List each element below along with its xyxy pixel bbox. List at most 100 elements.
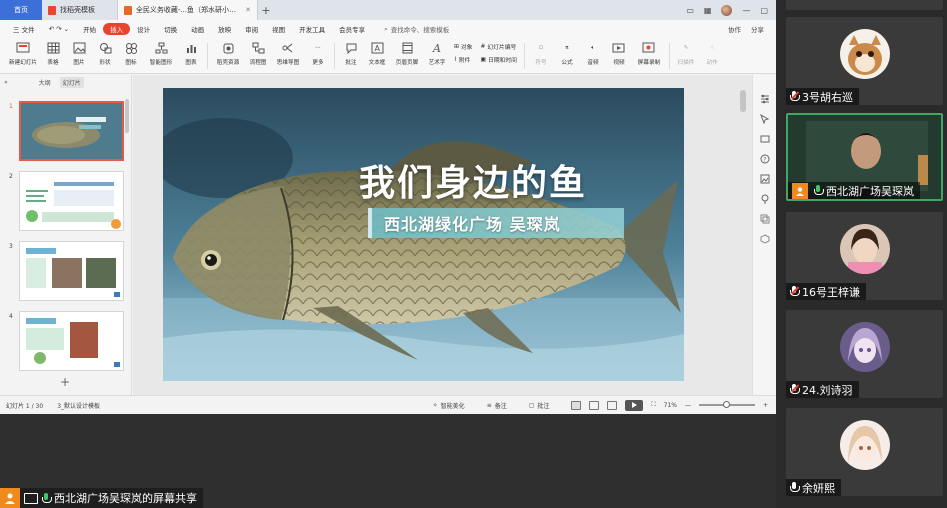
- menu-slideshow[interactable]: 放映: [211, 24, 238, 34]
- fit-icon[interactable]: ⛶: [651, 401, 655, 409]
- participant-tile-active[interactable]: 西北湖广场吴琛岚: [786, 113, 943, 201]
- current-slide[interactable]: 我们身边的鱼 西北湖绿化广场 吴琛岚: [163, 88, 684, 381]
- minimize-icon[interactable]: —: [742, 6, 750, 15]
- participant-tile[interactable]: 余妍熙: [786, 408, 943, 496]
- new-tab-icon[interactable]: +: [258, 0, 274, 20]
- attachment-button[interactable]: ⌇ 附件: [454, 55, 472, 65]
- tab-home[interactable]: 首页: [0, 0, 42, 20]
- reading-view-icon[interactable]: [607, 400, 618, 410]
- chart-button[interactable]: 图表: [178, 41, 204, 66]
- zoom-out-icon[interactable]: —: [685, 402, 691, 409]
- participant-tile[interactable]: 3号胡右巡: [786, 17, 943, 105]
- sorter-view-icon[interactable]: [589, 400, 600, 410]
- collab-button[interactable]: 协作: [728, 24, 741, 34]
- tab-slides[interactable]: 幻灯片: [59, 76, 84, 88]
- cube-icon[interactable]: [759, 233, 770, 244]
- cursor-icon[interactable]: [759, 113, 770, 124]
- menu-vip[interactable]: 会员专享: [332, 24, 372, 34]
- svg-text:A: A: [432, 42, 441, 54]
- layers-icon[interactable]: [759, 213, 770, 224]
- number-date-group: # 幻灯片编号 ▣ 日期和时间: [476, 42, 520, 65]
- comments-button[interactable]: ▢ 批注: [529, 401, 550, 410]
- slide-thumbnail[interactable]: [19, 241, 124, 301]
- tab-templates[interactable]: 找稻壳模板: [42, 0, 118, 20]
- zoom-slider[interactable]: [698, 401, 755, 408]
- location-icon[interactable]: [759, 193, 770, 204]
- slide-number-label: 幻灯片编号: [487, 45, 517, 51]
- menu-transition[interactable]: 切换: [157, 24, 184, 34]
- slide-number-button[interactable]: # 幻灯片编号: [480, 42, 517, 52]
- zoom-knob[interactable]: [722, 401, 730, 408]
- stock-material-button[interactable]: 稻壳资源: [211, 41, 245, 66]
- slide-thumbnail[interactable]: [19, 101, 124, 161]
- date-time-button[interactable]: ▣ 日期和时间: [480, 55, 516, 65]
- collapse-pane-icon[interactable]: «: [4, 79, 8, 86]
- tab-outline[interactable]: 大纲: [36, 77, 54, 88]
- signature-button[interactable]: ✎ 扫描件: [673, 41, 699, 66]
- share-button[interactable]: 分享: [751, 24, 764, 34]
- mindmap-button[interactable]: 思维导图: [271, 41, 305, 66]
- comment-button[interactable]: 批注: [338, 41, 364, 66]
- menu-animation[interactable]: 动画: [184, 24, 211, 34]
- picture-button[interactable]: 图片: [66, 41, 92, 66]
- shape-button[interactable]: 形状: [92, 41, 118, 66]
- layout-icon[interactable]: ▭: [686, 6, 694, 15]
- slide-subtitle-banner[interactable]: 西北湖绿化广场 吴琛岚: [368, 208, 624, 238]
- sparkle-icon: ✧: [432, 401, 438, 409]
- menu-undo-redo[interactable]: ↶ ↷ ⌄: [42, 25, 76, 33]
- more-button[interactable]: ⋯ 更多: [305, 41, 331, 66]
- menu-start[interactable]: 开始: [76, 24, 103, 34]
- tab-document[interactable]: 全民义务收藏-...鱼（郑水研小学） ✕: [118, 0, 258, 20]
- participant-tile-partial[interactable]: [786, 0, 943, 10]
- close-icon[interactable]: ✕: [245, 6, 251, 14]
- object-button[interactable]: ⊞ 对象: [454, 42, 472, 52]
- menu-review[interactable]: 审阅: [238, 24, 265, 34]
- smart-graphic-button[interactable]: 智能图形: [144, 41, 178, 66]
- zoom-level[interactable]: 71%: [664, 402, 677, 409]
- screen-record-button[interactable]: 屏幕录制: [632, 41, 666, 66]
- new-slide-button[interactable]: 新建幻灯片: [6, 41, 40, 66]
- zoom-in-icon[interactable]: +: [763, 402, 768, 409]
- action-button[interactable]: ☝ 动作: [699, 41, 725, 66]
- maximize-icon[interactable]: ▢: [760, 6, 768, 15]
- slide-thumb-row[interactable]: 4: [0, 311, 128, 375]
- slide-thumbnail[interactable]: [19, 311, 124, 371]
- flowchart-button[interactable]: 流程图: [245, 41, 271, 66]
- user-avatar[interactable]: [721, 4, 733, 16]
- theme-name[interactable]: 3_默认设计模板: [57, 401, 100, 410]
- header-footer-button[interactable]: 页眉页脚: [390, 41, 424, 66]
- smart-beautify-button[interactable]: ✧ 智能美化: [433, 401, 465, 410]
- notes-button[interactable]: ≡ 备注: [487, 401, 507, 410]
- help-icon[interactable]: ?: [759, 153, 770, 164]
- icon-button[interactable]: 图标: [118, 41, 144, 66]
- canvas-scrollbar[interactable]: [740, 90, 746, 112]
- normal-view-icon[interactable]: [571, 400, 582, 410]
- settings-icon[interactable]: [759, 93, 770, 104]
- command-search[interactable]: ⌕ 查找命令、搜索模板: [384, 24, 449, 35]
- slide-thumb-row[interactable]: 1: [0, 101, 128, 165]
- menu-developer[interactable]: 开发工具: [292, 24, 332, 34]
- slide-thumb-row[interactable]: 3: [0, 241, 128, 305]
- art-text-button[interactable]: A 艺术字: [424, 41, 450, 66]
- slide-title[interactable]: 我们身边的鱼: [359, 154, 587, 206]
- menu-view[interactable]: 视图: [265, 24, 292, 34]
- slides-icon[interactable]: [759, 133, 770, 144]
- table-button[interactable]: 表格: [40, 41, 66, 66]
- participant-tile[interactable]: 16号王梓谦: [786, 212, 943, 300]
- video-button[interactable]: 视频: [606, 41, 632, 66]
- slide-thumbnail[interactable]: [19, 171, 124, 231]
- play-slideshow-icon[interactable]: [625, 399, 644, 411]
- textbox-button[interactable]: A 文本框: [364, 41, 390, 66]
- audio-button[interactable]: 🔈︎ 音频: [580, 41, 606, 67]
- menu-insert[interactable]: 插入: [103, 23, 131, 35]
- menu-design[interactable]: 设计: [130, 24, 157, 34]
- menu-file[interactable]: 三 文件: [6, 24, 42, 34]
- omega-icon: Ω: [538, 45, 544, 51]
- add-slide-icon[interactable]: +: [60, 375, 70, 389]
- participant-tile[interactable]: 24.刘诗羽: [786, 310, 943, 398]
- image-icon[interactable]: [759, 173, 770, 184]
- grid-icon[interactable]: ▦: [704, 6, 712, 15]
- slide-thumb-row[interactable]: 2: [0, 171, 128, 235]
- symbol-button[interactable]: Ω 符号: [528, 41, 554, 66]
- formula-button[interactable]: π 公式: [554, 41, 580, 66]
